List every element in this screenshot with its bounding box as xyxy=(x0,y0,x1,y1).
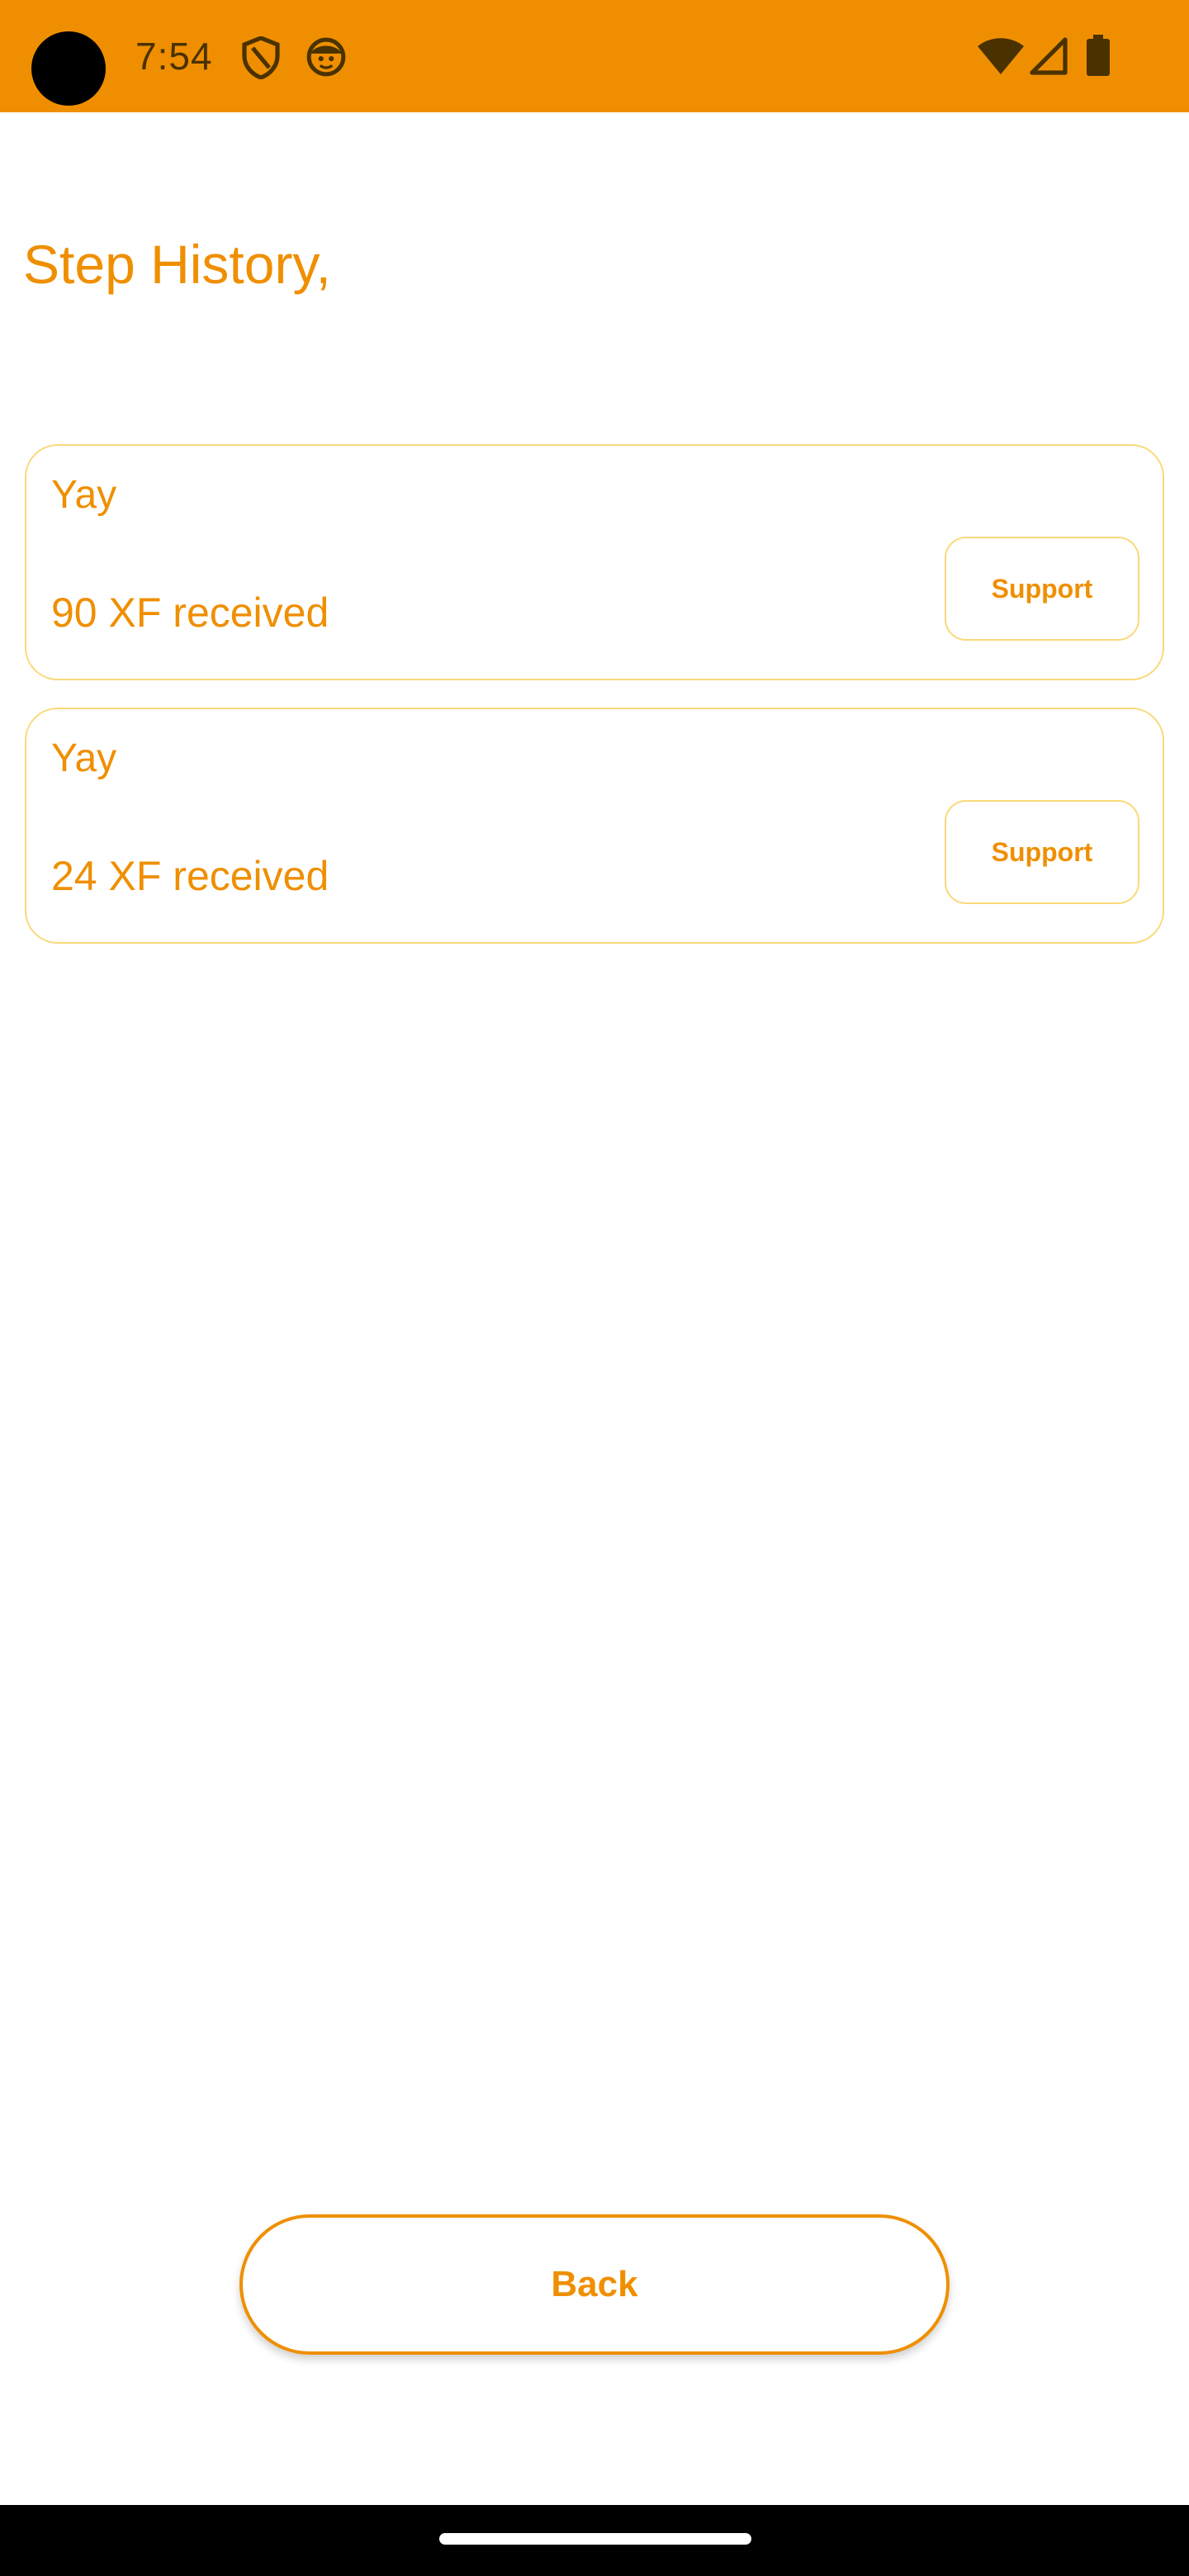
support-button[interactable]: Support xyxy=(945,537,1139,641)
card-amount: 24 XF received xyxy=(51,853,329,899)
status-time: 7:54 xyxy=(135,35,213,78)
support-button[interactable]: Support xyxy=(945,800,1139,904)
history-card: Yay 24 XF received Support xyxy=(25,708,1164,944)
card-amount: 90 XF received xyxy=(51,590,329,636)
signal-icon xyxy=(1030,37,1068,75)
page-title: Step History, xyxy=(23,234,331,295)
face-icon xyxy=(306,37,346,77)
card-heading: Yay xyxy=(51,473,117,517)
home-indicator[interactable] xyxy=(439,2533,751,2545)
camera-cutout xyxy=(31,31,106,106)
history-card: Yay 90 XF received Support xyxy=(25,444,1164,680)
shield-icon xyxy=(242,36,280,79)
battery-icon xyxy=(1087,35,1110,76)
navigation-bar xyxy=(0,2505,1189,2576)
back-button[interactable]: Back xyxy=(239,2214,950,2355)
card-heading: Yay xyxy=(51,736,117,780)
wifi-icon xyxy=(978,38,1024,74)
status-bar: 7:54 xyxy=(0,0,1189,112)
